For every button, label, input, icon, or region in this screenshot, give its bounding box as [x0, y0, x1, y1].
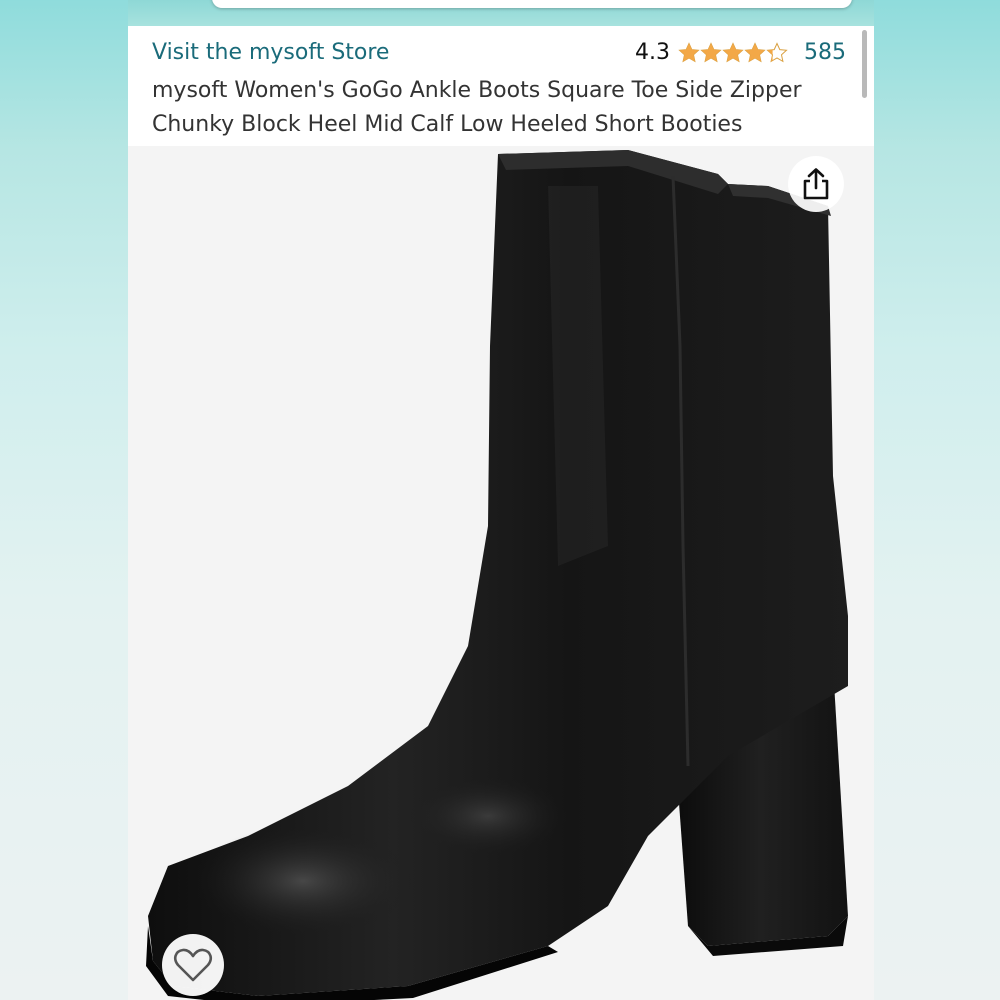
share-button[interactable] [788, 156, 844, 212]
star-icon [722, 41, 744, 64]
store-link[interactable]: Visit the mysoft Store [152, 40, 389, 65]
review-count[interactable]: 585 [804, 40, 846, 65]
rating-value: 4.3 [635, 40, 670, 65]
wishlist-button[interactable] [162, 934, 224, 996]
heart-icon [173, 948, 213, 982]
star-icon [700, 41, 722, 64]
scrollbar[interactable] [862, 30, 867, 98]
product-image[interactable] [128, 146, 874, 1000]
product-screen: Visit the mysoft Store 4.3 585 mysoft Wo… [128, 0, 874, 1000]
star-icon [678, 41, 700, 64]
product-header: Visit the mysoft Store 4.3 585 mysoft Wo… [128, 26, 874, 146]
background-right [874, 0, 1000, 1000]
boot-image [146, 150, 848, 1000]
share-icon [803, 168, 829, 200]
star-icon [766, 41, 788, 64]
product-title: mysoft Women's GoGo Ankle Boots Square T… [152, 78, 802, 137]
search-bar[interactable] [212, 0, 852, 8]
rating-summary[interactable]: 4.3 585 [635, 40, 846, 65]
star-rating [678, 41, 788, 64]
background-left [0, 0, 128, 1000]
star-icon [744, 41, 766, 64]
search-header [128, 0, 874, 26]
